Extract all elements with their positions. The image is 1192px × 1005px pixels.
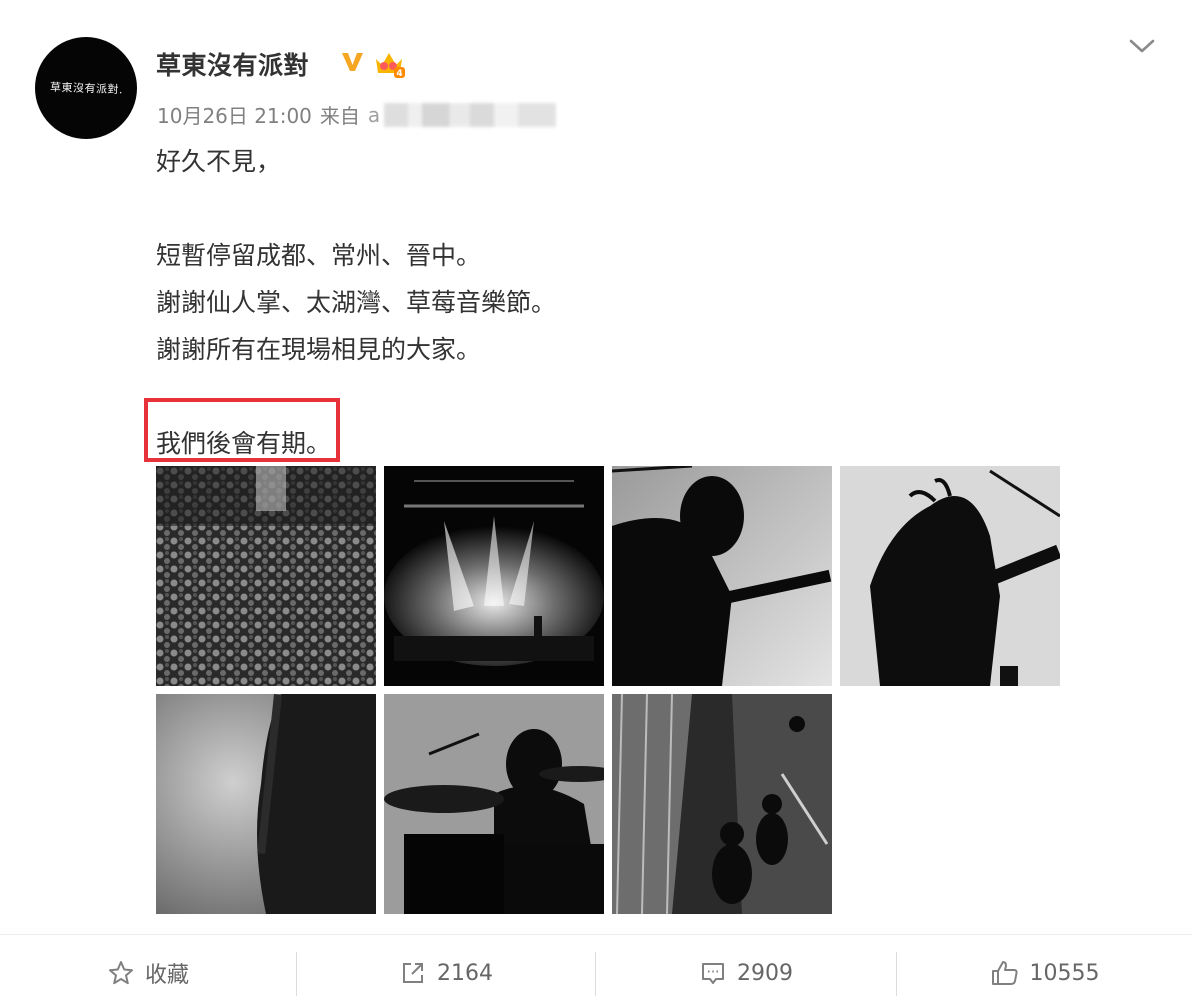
crown-level: 4 <box>396 69 402 79</box>
post-meta: 10月26日 21:00 来自 a <box>157 100 557 129</box>
favorite-button[interactable]: 收藏 <box>0 950 296 996</box>
timestamp[interactable]: 10月26日 21:00 <box>157 100 312 129</box>
photo-backstage[interactable] <box>612 694 832 914</box>
post-line: 謝謝所有在現場相見的大家。 <box>156 335 482 364</box>
favorite-label: 收藏 <box>144 963 189 988</box>
repost-button[interactable]: 2164 <box>297 950 595 996</box>
comment-count: 2909 <box>737 960 793 986</box>
photo-guitarist-silhouette[interactable] <box>612 466 832 686</box>
crown-icon[interactable]: 4 <box>372 49 406 79</box>
comment-button[interactable]: 2909 <box>596 950 896 996</box>
username[interactable]: 草東沒有派對 <box>156 46 309 82</box>
share-icon <box>403 963 423 983</box>
thumbs-up-icon <box>991 961 1018 985</box>
comment-icon <box>702 963 724 984</box>
post-line: 謝謝仙人掌、太湖灣、草莓音樂節。 <box>156 288 557 317</box>
verified-icon <box>342 53 363 71</box>
post-line: 短暫停留成都、常州、晉中。 <box>156 241 482 270</box>
highlight-box <box>144 398 340 462</box>
star-icon <box>108 961 133 985</box>
avatar-logo-text: 草東沒有派對. <box>49 80 123 97</box>
post-line: 好久不見， <box>156 147 282 176</box>
photo-crowd[interactable] <box>156 466 376 686</box>
action-bar-divider <box>0 934 1192 935</box>
blurred-source <box>384 102 557 127</box>
avatar[interactable]: 草東沒有派對. <box>35 37 137 139</box>
repost-count: 2164 <box>437 960 493 986</box>
photo-guitarist-hair[interactable] <box>840 466 1060 686</box>
source-visible-char: a <box>367 102 381 127</box>
photo-bassist-smoke[interactable] <box>156 694 376 914</box>
photo-drummer[interactable] <box>384 694 604 914</box>
chevron-down-icon[interactable] <box>1126 34 1158 58</box>
like-count: 10555 <box>1029 960 1100 986</box>
photo-stage-lights[interactable] <box>384 466 604 686</box>
source-prefix: 来自 <box>319 104 360 128</box>
like-button[interactable]: 10555 <box>897 950 1192 996</box>
